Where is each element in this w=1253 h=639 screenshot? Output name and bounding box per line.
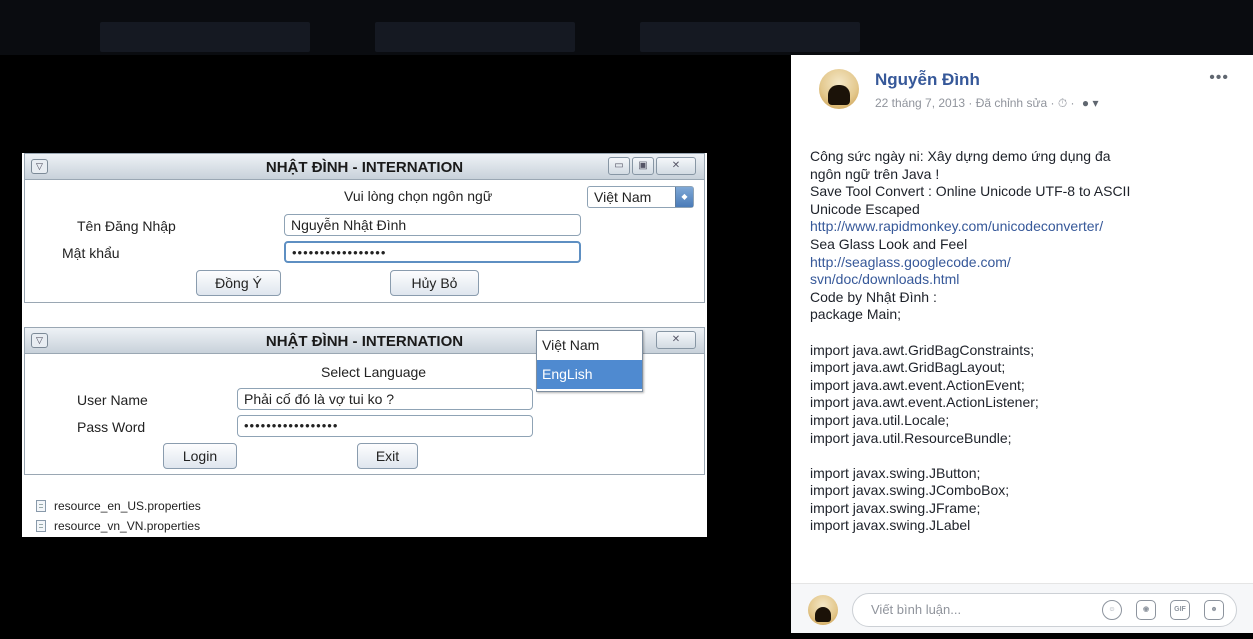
file-icon <box>36 500 46 512</box>
language-prompt: Vui lòng chọn ngôn ngữ <box>344 188 493 204</box>
language-combo[interactable]: Việt Nam ◆ <box>587 186 694 208</box>
window-titlebar: ▽ NHẬT ĐÌNH - INTERNATION ▭ ▣ ✕ <box>25 154 704 180</box>
top-bar-segment <box>100 22 310 52</box>
post-text-line: import javax.swing.JButton; <box>810 464 981 481</box>
password-field[interactable]: ••••••••••••••••• <box>237 415 533 437</box>
username-label: User Name <box>77 392 148 408</box>
screenshot-panel: ▽ NHẬT ĐÌNH - INTERNATION ▭ ▣ ✕ Vui lòng… <box>22 153 707 537</box>
comment-input[interactable]: Viết bình luận... ☺ ◉ GIF ☻ <box>852 593 1237 627</box>
comment-bar: Viết bình luận... ☺ ◉ GIF ☻ <box>791 583 1253 633</box>
post-text-line: import java.awt.event.ActionListener; <box>810 394 1039 411</box>
post-text-line: Unicode Escaped <box>810 200 920 217</box>
file-name: resource_en_US.properties <box>54 499 201 513</box>
login-button[interactable]: Login <box>163 443 237 469</box>
maximize-icon[interactable]: ▣ <box>632 157 654 175</box>
emoji-icon[interactable]: ☺ <box>1102 600 1122 620</box>
post-text-line: Code by Nhật Đình : <box>810 288 937 305</box>
comment-placeholder: Viết bình luận... <box>871 602 962 617</box>
close-icon[interactable]: ✕ <box>656 331 696 349</box>
file-icon <box>36 520 46 532</box>
post-text-line: import java.awt.GridBagConstraints; <box>810 341 1035 358</box>
post-timestamp[interactable]: 22 tháng 7, 2013 · Đã chỉnh sửa · ⏱ · <box>875 96 1075 110</box>
post-text-line: Công sức ngày ni: Xây dựng demo ứng dụng… <box>810 148 1111 164</box>
dropdown-option-vietnam[interactable]: Việt Nam <box>537 331 642 360</box>
window-controls: ▭ ▣ ✕ <box>608 157 696 175</box>
post-text-line: import javax.swing.JComboBox; <box>810 482 1010 499</box>
comment-tools: ☺ ◉ GIF ☻ <box>1102 600 1224 620</box>
language-prompt: Select Language <box>321 364 427 380</box>
author-avatar[interactable] <box>819 69 859 109</box>
minimize-icon[interactable]: ▭ <box>608 157 630 175</box>
post-text-line: import javax.swing.JLabel <box>810 517 971 534</box>
combo-arrow-icon[interactable]: ◆ <box>675 187 693 207</box>
gif-icon[interactable]: GIF <box>1170 600 1190 620</box>
close-icon[interactable]: ✕ <box>656 157 696 175</box>
camera-icon[interactable]: ◉ <box>1136 600 1156 620</box>
author-name[interactable]: Nguyễn Đình <box>875 70 980 90</box>
more-options-icon[interactable]: ••• <box>1209 69 1229 87</box>
post-text-line: import java.util.ResourceBundle; <box>810 429 1012 446</box>
post-link[interactable]: http://seaglass.googlecode.com/ <box>810 254 1230 272</box>
cancel-button[interactable]: Hủy Bỏ <box>390 270 479 296</box>
username-field[interactable]: Phải cố đó là vợ tui ko ? <box>237 388 533 410</box>
language-dropdown-list: Việt Nam EngLish <box>536 330 643 392</box>
window-controls: ✕ <box>656 331 696 349</box>
social-post: Nguyễn Đình 22 tháng 7, 2013 · Đã chỉnh … <box>791 55 1253 633</box>
post-text-line: Save Tool Convert : Online Unicode UTF-8… <box>810 183 1131 200</box>
window-title: NHẬT ĐÌNH - INTERNATION <box>265 159 464 176</box>
post-text-line: ngôn ngữ trên Java ! <box>810 165 940 182</box>
user-avatar <box>808 595 838 625</box>
dropdown-option-english[interactable]: EngLish <box>537 360 642 389</box>
username-field[interactable]: Nguyễn Nhật Đình <box>284 214 581 236</box>
top-bar-segment <box>640 22 860 52</box>
post-text-line: import java.awt.event.ActionEvent; <box>810 376 1025 393</box>
post-link[interactable]: http://www.rapidmonkey.com/unicodeconver… <box>810 218 1230 236</box>
post-meta: 22 tháng 7, 2013 · Đã chỉnh sửa · ⏱ · ● … <box>875 96 1098 111</box>
globe-icon[interactable]: ● ▾ <box>1082 96 1099 110</box>
password-label: Mật khẩu <box>62 245 120 261</box>
username-label: Tên Đăng Nhập <box>77 218 176 234</box>
ok-button[interactable]: Đồng Ý <box>196 270 281 296</box>
post-text-line: package Main; <box>810 306 902 323</box>
password-field[interactable]: ••••••••••••••••• <box>284 241 581 263</box>
post-body: Công sức ngày ni: Xây dựng demo ứng dụng… <box>810 148 1230 535</box>
post-text-line: import javax.swing.JFrame; <box>810 499 981 516</box>
file-item[interactable]: resource_en_US.properties <box>36 499 201 513</box>
post-text-line: import java.util.Locale; <box>810 411 950 428</box>
post-link[interactable]: svn/doc/downloads.html <box>810 271 1230 289</box>
language-combo-value: Việt Nam <box>594 189 652 205</box>
exit-button[interactable]: Exit <box>357 443 418 469</box>
post-text-line: Sea Glass Look and Feel <box>810 235 968 252</box>
sticker-icon[interactable]: ☻ <box>1204 600 1224 620</box>
password-label: Pass Word <box>77 419 146 435</box>
post-text-line: import java.awt.GridBagLayout; <box>810 359 1006 376</box>
top-bar-segment <box>375 22 575 52</box>
file-item[interactable]: resource_vn_VN.properties <box>36 519 200 533</box>
app-window-vietnamese: ▽ NHẬT ĐÌNH - INTERNATION ▭ ▣ ✕ Vui lòng… <box>24 153 705 303</box>
top-bar <box>0 0 1253 55</box>
file-name: resource_vn_VN.properties <box>54 519 201 533</box>
